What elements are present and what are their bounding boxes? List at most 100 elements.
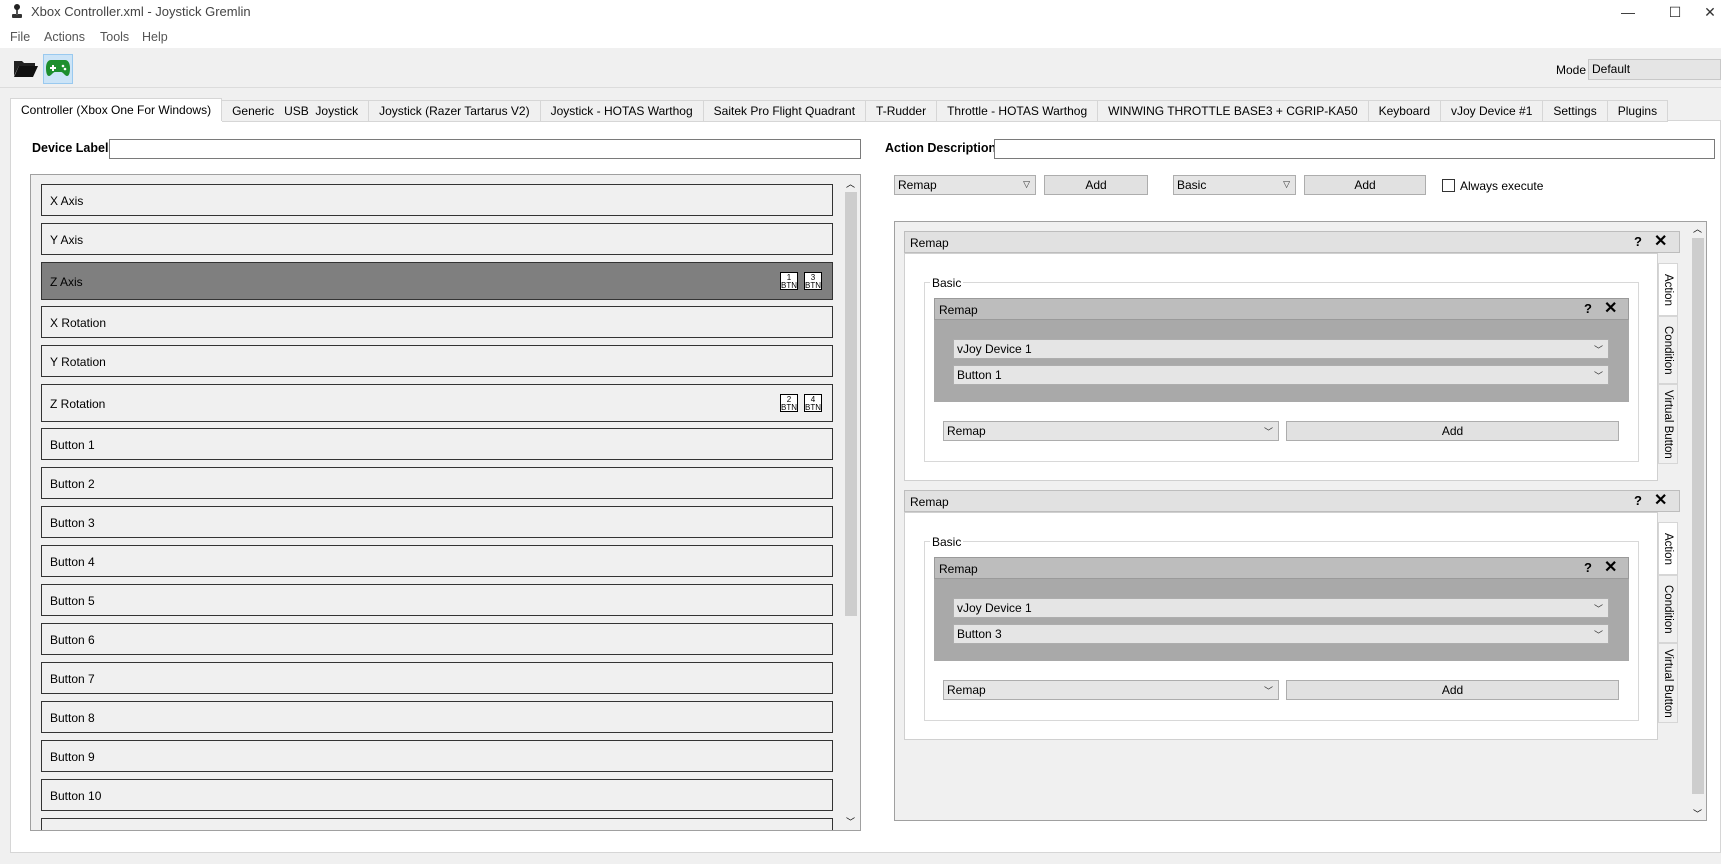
input-row[interactable]: Button 2	[41, 467, 833, 499]
scroll-down-icon[interactable]: ﹀	[846, 815, 855, 828]
tab-settings[interactable]: Settings	[1543, 100, 1608, 122]
input-row-label: Button 7	[50, 672, 95, 686]
input-row-label: Button 6	[50, 633, 95, 647]
action-area-scroll-thumb[interactable]	[1692, 238, 1704, 794]
input-row-label: Z Axis	[50, 275, 83, 289]
container-type-select[interactable]: Basic ▽	[1173, 175, 1296, 195]
tab-vjoy-device-1[interactable]: vJoy Device #1	[1441, 100, 1544, 122]
help-icon[interactable]: ?	[1584, 301, 1592, 316]
input-row[interactable]: Y Axis	[41, 223, 833, 255]
device-mode-button[interactable]	[43, 54, 73, 84]
vjoy-device-select[interactable]: vJoy Device 1 ﹀	[953, 598, 1609, 618]
remap-action-body	[934, 579, 1629, 661]
help-icon[interactable]: ?	[1584, 560, 1592, 575]
add-action-button[interactable]: Add	[1044, 175, 1148, 195]
tab-winwing-throttle[interactable]: WINWING THROTTLE BASE3 + CGRIP-KA50	[1098, 100, 1369, 122]
action-description-input[interactable]	[994, 139, 1715, 159]
input-row[interactable]: X Axis	[41, 184, 833, 216]
container-tab-label: Action	[1662, 273, 1674, 306]
input-row[interactable]: Z Rotation 2 BTN 4 BTN	[41, 384, 833, 422]
chevron-down-icon: ﹀	[1593, 630, 1603, 640]
container-tab-action[interactable]: Action	[1658, 522, 1678, 575]
container-header	[904, 231, 1680, 253]
chevron-down-icon: ﹀	[1593, 345, 1603, 355]
tab-hotas-warthog-throttle[interactable]: Throttle - HOTAS Warthog	[937, 100, 1099, 122]
input-row[interactable]: X Rotation	[41, 306, 833, 338]
device-label-input[interactable]	[109, 139, 861, 159]
help-icon[interactable]: ?	[1634, 234, 1642, 249]
tab-razer-tartarus[interactable]: Joystick (Razer Tartarus V2)	[369, 100, 541, 122]
add-action-type-select[interactable]: Remap ﹀	[943, 680, 1279, 700]
vjoy-device-select[interactable]: vJoy Device 1 ﹀	[953, 339, 1609, 359]
close-container-icon[interactable]: ✕	[1654, 493, 1667, 509]
input-row-label: Z Rotation	[50, 397, 106, 411]
input-row[interactable]: Z Axis 1 BTN 3 BTN	[41, 262, 833, 300]
tab-plugins[interactable]: Plugins	[1607, 100, 1669, 122]
input-row[interactable]: Button 9	[41, 740, 833, 772]
menu-file[interactable]: File	[10, 30, 30, 44]
container-header	[904, 490, 1680, 512]
input-row[interactable]: Y Rotation	[41, 345, 833, 377]
input-row-label: Y Rotation	[50, 355, 106, 369]
input-row[interactable]: Button 5	[41, 584, 833, 616]
tab-generic-usb-joystick[interactable]: Generic USB Joystick	[222, 100, 370, 122]
close-container-icon[interactable]: ✕	[1654, 234, 1667, 250]
input-row[interactable]: Button 3	[41, 506, 833, 538]
input-row[interactable]: Button 6	[41, 623, 833, 655]
menu-actions[interactable]: Actions	[44, 30, 85, 44]
add-container-button[interactable]: Add	[1304, 175, 1426, 195]
input-row-label: X Rotation	[50, 316, 107, 330]
input-row[interactable]: Button 10	[41, 779, 833, 811]
input-row[interactable]: Button 8	[41, 701, 833, 733]
menu-help[interactable]: Help	[142, 30, 168, 44]
tab-keyboard[interactable]: Keyboard	[1368, 100, 1441, 122]
container-tab-label: Virtual Button	[1662, 389, 1674, 459]
tab-t-rudder[interactable]: T-Rudder	[866, 100, 938, 122]
button-mapping-badge: 3 BTN	[804, 272, 822, 290]
chevron-down-icon: ﹀	[1593, 371, 1603, 381]
minimize-button[interactable]: —	[1605, 0, 1651, 24]
help-icon[interactable]: ?	[1634, 493, 1642, 508]
input-list[interactable]: X Axis Y Axis Z Axis 1 BTN 3 BTN X Rotation Y Ro…	[30, 174, 861, 831]
add-action-to-container-button[interactable]: Add	[1286, 421, 1619, 441]
add-action-to-container-button[interactable]: Add	[1286, 680, 1619, 700]
scroll-up-icon[interactable]: ︿	[846, 177, 855, 190]
container-tab-condition[interactable]: Condition	[1658, 316, 1678, 384]
action-description-label: Action Description	[885, 141, 997, 155]
add-action-type-select[interactable]: Remap ﹀	[943, 421, 1279, 441]
open-profile-button[interactable]	[11, 54, 41, 84]
chevron-down-icon: ﹀	[1263, 427, 1273, 437]
input-row[interactable]: Button 4	[41, 545, 833, 577]
menu-tools[interactable]: Tools	[100, 30, 129, 44]
container-title: Remap	[910, 495, 949, 509]
scroll-up-icon[interactable]: ︿	[1693, 222, 1702, 235]
tab-saitek-quadrant[interactable]: Saitek Pro Flight Quadrant	[703, 100, 867, 122]
container-tab-condition[interactable]: Condition	[1658, 575, 1678, 643]
close-action-icon[interactable]: ✕	[1604, 301, 1617, 317]
input-row[interactable]	[41, 818, 833, 830]
joystick-app-icon	[9, 3, 25, 19]
input-row[interactable]: Button 7	[41, 662, 833, 694]
action-type-select[interactable]: Remap ▽	[894, 175, 1036, 195]
button-mapping-badge: 2 BTN	[780, 394, 798, 412]
container-title: Remap	[910, 236, 949, 250]
vjoy-output-select[interactable]: Button 1 ﹀	[953, 365, 1609, 385]
close-action-icon[interactable]: ✕	[1604, 560, 1617, 576]
vjoy-output-select[interactable]: Button 3 ﹀	[953, 624, 1609, 644]
container-tab-action[interactable]: Action	[1658, 263, 1678, 316]
maximize-button[interactable]: ☐	[1652, 0, 1698, 24]
mode-select[interactable]: Default	[1588, 59, 1721, 80]
tab-hotas-warthog-joystick[interactable]: Joystick - HOTAS Warthog	[540, 100, 704, 122]
input-row[interactable]: Button 1	[41, 428, 833, 460]
always-execute-checkbox[interactable]	[1442, 179, 1455, 192]
close-window-button[interactable]: ✕	[1699, 0, 1721, 24]
title-bar	[0, 0, 1721, 24]
container-tab-virtual-button[interactable]: Virtual Button	[1658, 384, 1678, 464]
toolbar	[0, 48, 1721, 88]
device-tab-bar: Controller (Xbox One For Windows) Generi…	[10, 98, 1669, 122]
tab-controller-xbox[interactable]: Controller (Xbox One For Windows)	[10, 98, 223, 121]
scroll-down-icon[interactable]: ﹀	[1693, 807, 1702, 820]
container-tab-virtual-button[interactable]: Virtual Button	[1658, 643, 1678, 723]
input-list-scroll-thumb[interactable]	[845, 192, 857, 616]
container-tab-label: Action	[1662, 532, 1674, 565]
